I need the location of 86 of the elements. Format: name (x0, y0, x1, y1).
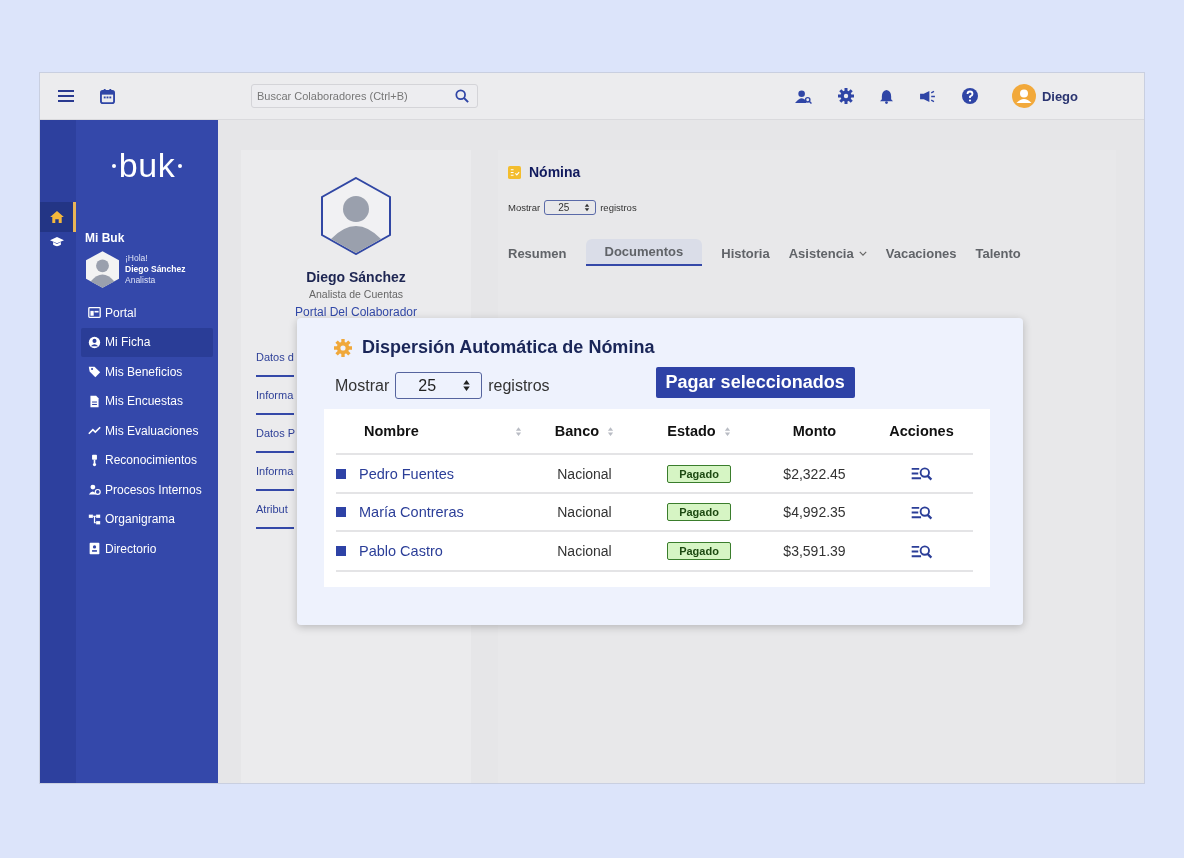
status-badge: Pagado (667, 542, 731, 560)
profile-role: Analista de Cuentas (309, 288, 403, 300)
list-search-icon[interactable] (910, 466, 933, 481)
section-title: Nómina (529, 164, 581, 180)
column-header: Nombre (364, 423, 419, 439)
profile-name: Diego Sánchez (306, 269, 406, 285)
book-icon (88, 542, 101, 556)
search-icon[interactable] (455, 89, 469, 103)
search-field[interactable]: Buscar Colaboradores (Ctrl+B) (251, 84, 478, 108)
show-label: Mostrar (335, 376, 390, 395)
sidebar-item[interactable]: Procesos Internos (81, 475, 213, 505)
column-header: Banco (554, 423, 600, 439)
list-search-icon[interactable] (910, 504, 933, 520)
portal-icon (88, 306, 101, 320)
sidebar-item[interactable]: Mis Beneficios (81, 357, 213, 387)
megaphone-icon[interactable] (918, 89, 936, 103)
user-icon (88, 335, 101, 349)
greeting: ¡Hola! (125, 253, 149, 264)
records-label: registros (600, 202, 637, 213)
column-header: Estado (667, 423, 716, 439)
dialog-title: Dispersión Automática de Nómina (362, 337, 655, 358)
user-role: Analista (125, 275, 157, 286)
records-label: registros (488, 376, 550, 395)
profile-section-link[interactable]: Atribut (256, 499, 294, 529)
people-icon (88, 483, 101, 497)
profile-section-link[interactable]: Datos d (256, 347, 294, 377)
settings-icon[interactable] (837, 88, 854, 104)
column-header: Monto (792, 423, 837, 439)
tab[interactable]: Historia (721, 241, 770, 266)
sidebar-item[interactable]: Portal (81, 298, 213, 328)
employee-link[interactable]: Pedro Fuentes (359, 465, 455, 482)
portal-link[interactable]: Portal Del Colaborador (294, 305, 418, 319)
gear-icon (334, 338, 352, 357)
help-icon[interactable] (961, 88, 978, 104)
employee-link[interactable]: María Contreras (359, 504, 464, 520)
section-title: Mi Buk (85, 231, 126, 245)
tab[interactable]: Talento (975, 241, 1021, 266)
table-cell: $4,992.35 (783, 504, 846, 520)
profile-section-link[interactable]: Informa (256, 461, 294, 491)
tab[interactable]: Documentos (585, 239, 703, 266)
page-size-select[interactable]: 25 (544, 200, 597, 215)
user-name[interactable]: Diego (1041, 88, 1078, 104)
sidebar-item[interactable]: Mi Ficha (81, 327, 213, 357)
pay-selected-button[interactable]: Pagar seleccionados (655, 367, 855, 398)
tab[interactable]: Asistencia (788, 241, 867, 266)
table-cell: Nacional (557, 504, 612, 520)
profile-section-link[interactable]: Informa (256, 385, 294, 415)
status-badge: Pagado (667, 503, 731, 521)
tab[interactable]: Resumen (508, 241, 567, 266)
sidebar-item[interactable]: Directorio (81, 534, 213, 564)
doc-icon (88, 394, 101, 408)
up-down-arrows-icon (584, 203, 591, 212)
sidebar-item[interactable]: Reconocimientos (81, 445, 213, 475)
row-checkbox[interactable] (336, 546, 346, 556)
sidebar-item[interactable]: Organigrama (81, 504, 213, 534)
show-label: Mostrar (508, 202, 541, 213)
table-cell: $2,322.45 (783, 465, 846, 482)
employee-link[interactable]: Pablo Castro (359, 543, 443, 559)
table-cell: Nacional (557, 543, 612, 559)
org-icon (88, 512, 101, 526)
sidebar-item[interactable]: Mis Encuestas (81, 386, 213, 416)
tag-icon (88, 365, 101, 379)
up-down-arrows-icon (462, 379, 472, 392)
profile-section-link[interactable]: Datos P (256, 423, 294, 453)
row-checkbox[interactable] (336, 468, 346, 479)
tab[interactable]: Vacaciones (885, 241, 957, 266)
menu-icon[interactable] (58, 90, 74, 102)
chevron-down-icon (858, 251, 867, 256)
home-rail-button[interactable] (40, 202, 76, 232)
user-search-icon[interactable] (794, 88, 812, 104)
user-name: Diego Sánchez (125, 264, 186, 275)
graduation-cap-icon (49, 236, 64, 248)
calendar-icon[interactable] (100, 88, 115, 104)
bell-icon[interactable] (879, 88, 893, 104)
avatar-silhouette (86, 251, 119, 288)
table-cell: Nacional (557, 465, 612, 482)
row-checkbox[interactable] (336, 507, 346, 517)
table-cell: $3,591.39 (783, 543, 846, 559)
sidebar-item[interactable]: Mis Evaluaciones (81, 416, 213, 446)
logo[interactable]: buk (81, 146, 213, 185)
column-header: Acciones (889, 423, 954, 439)
status-badge: Pagado (667, 464, 731, 483)
list-search-icon[interactable] (910, 543, 933, 559)
page-size-select[interactable]: 25 (395, 372, 483, 399)
home-icon (49, 211, 64, 223)
checklist-icon (508, 165, 521, 179)
